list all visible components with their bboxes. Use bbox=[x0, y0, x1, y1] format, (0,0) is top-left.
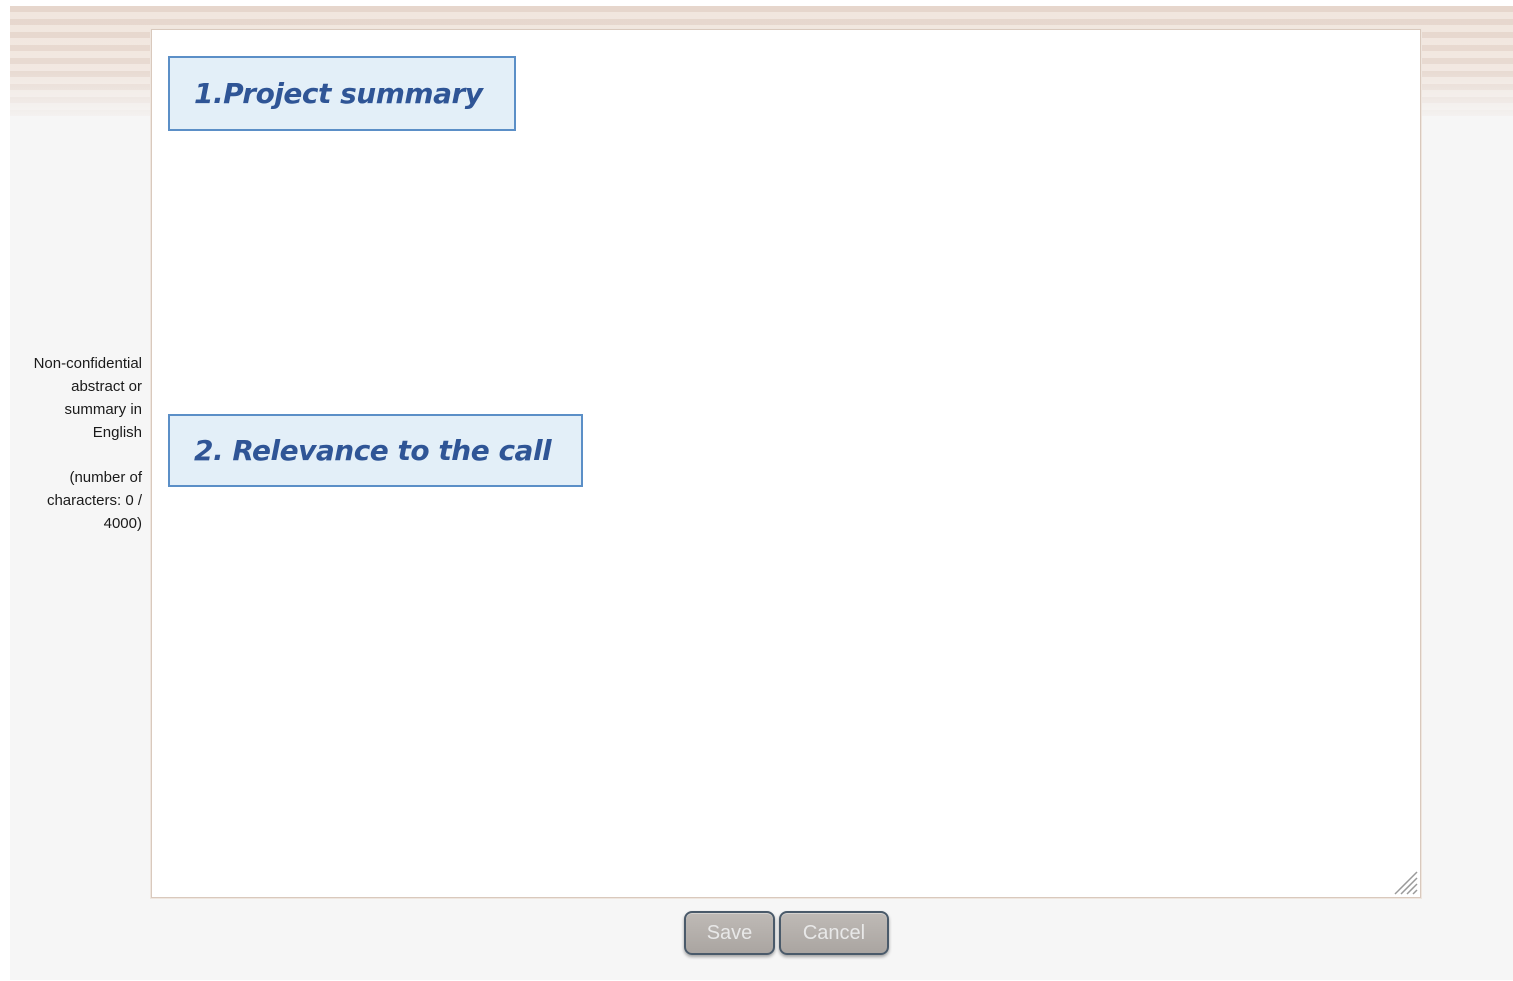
page: Non-confidential abstract or summary in … bbox=[10, 6, 1513, 980]
abstract-field-label: Non-confidential abstract or summary in … bbox=[24, 352, 142, 535]
form-actions: Save Cancel bbox=[684, 911, 889, 957]
abstract-field-label-text: Non-confidential abstract or summary in … bbox=[33, 355, 142, 441]
cancel-button[interactable]: Cancel bbox=[779, 911, 889, 955]
relevance-annotation: 2. Relevance to the call bbox=[168, 414, 583, 487]
character-count-label: (number of characters: 0 / 4000) bbox=[46, 469, 142, 532]
relevance-annotation-label: 2. Relevance to the call bbox=[194, 434, 552, 467]
project-summary-annotation-label: 1.Project summary bbox=[194, 77, 483, 110]
project-summary-annotation: 1.Project summary bbox=[168, 56, 516, 131]
resize-grip-icon[interactable] bbox=[1390, 867, 1418, 895]
save-button[interactable]: Save bbox=[684, 911, 775, 955]
